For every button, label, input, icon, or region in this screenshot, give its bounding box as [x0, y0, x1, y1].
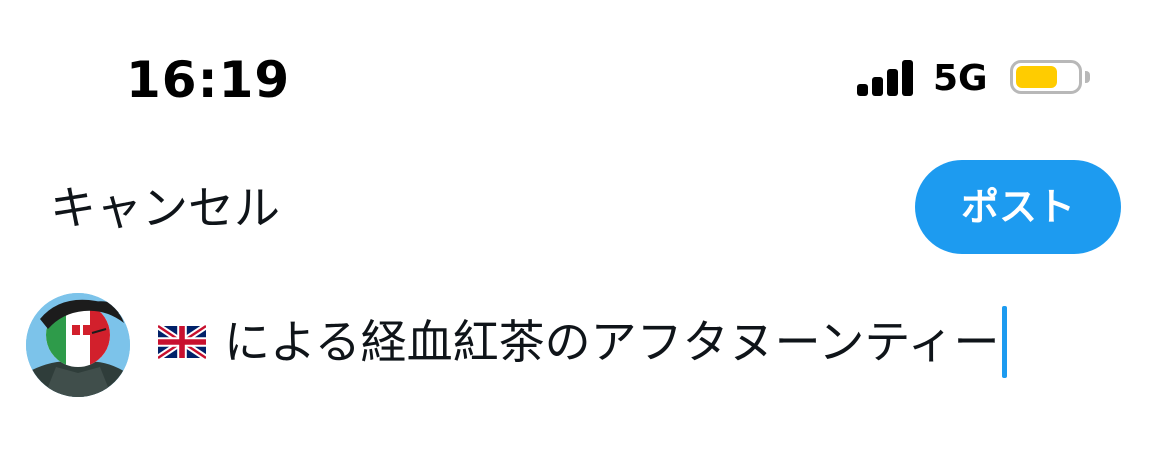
uk-flag-icon — [158, 325, 206, 359]
network-type: 5G — [933, 58, 988, 99]
battery-icon — [1010, 60, 1082, 94]
compose-input[interactable]: による経血紅茶のアフタヌーンティー — [158, 300, 1007, 384]
user-avatar[interactable] — [26, 293, 130, 397]
text-cursor — [1001, 306, 1007, 378]
compose-text: による経血紅茶のアフタヌーンティー — [224, 315, 1000, 369]
cancel-button[interactable]: キャンセル — [50, 180, 280, 236]
status-time: 16:19 — [126, 51, 291, 109]
compose-screen: 16:19 5G キャンセル ポスト による経血紅茶のアフタヌーンティー — [0, 0, 1170, 472]
battery-level-fill — [1016, 66, 1057, 88]
battery-cap — [1085, 71, 1090, 83]
post-button[interactable]: ポスト — [915, 160, 1121, 254]
avatar-image — [26, 293, 130, 397]
signal-icon — [857, 60, 915, 96]
status-bar: 16:19 5G — [0, 0, 1170, 150]
